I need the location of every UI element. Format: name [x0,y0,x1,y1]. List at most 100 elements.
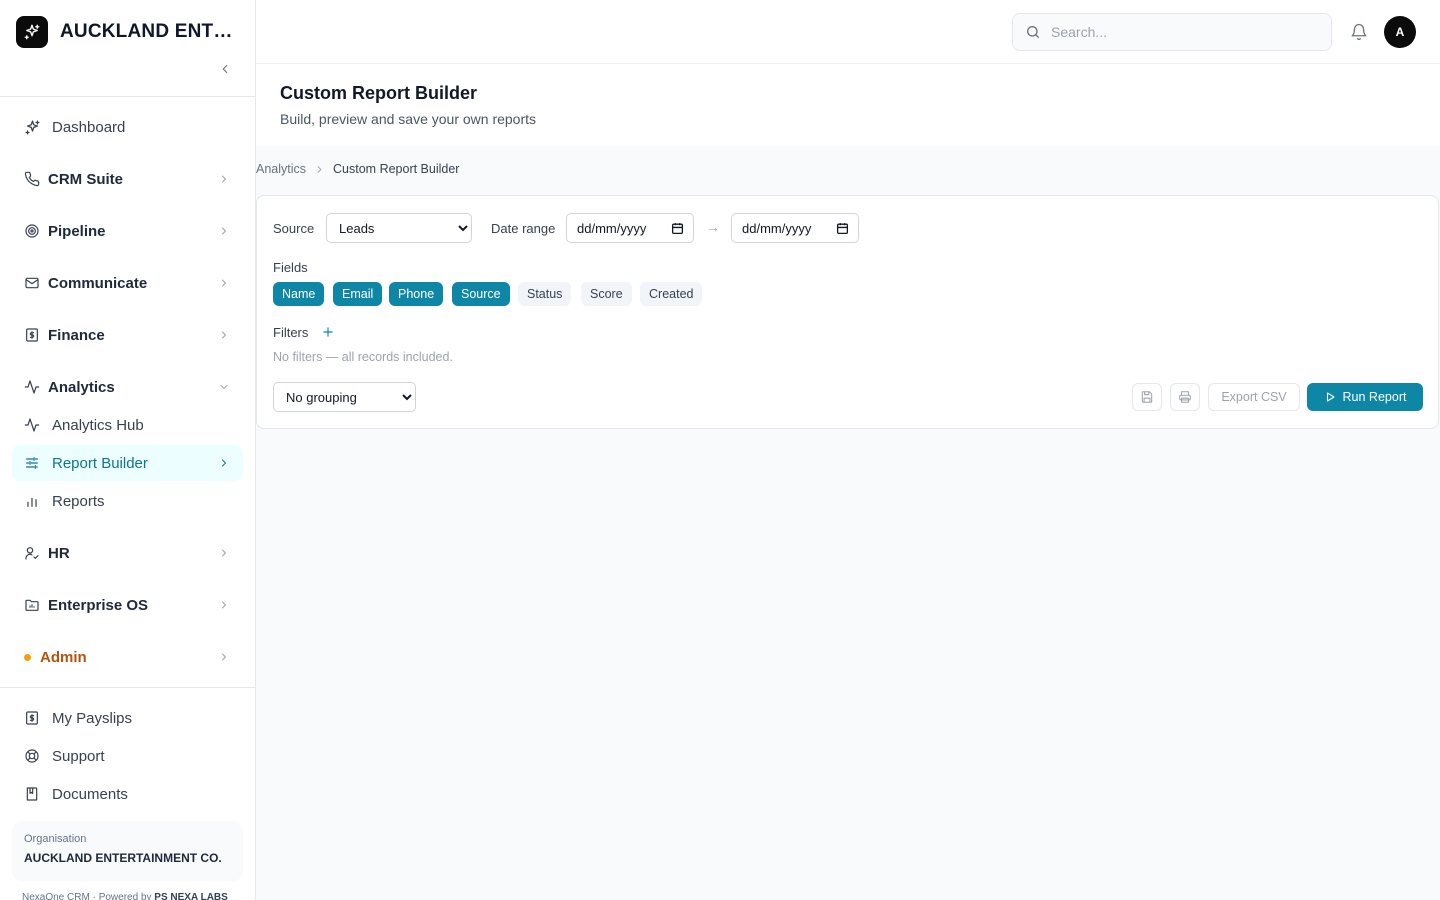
calendar-icon [836,222,849,235]
export-csv-button[interactable]: Export CSV [1208,383,1300,411]
run-report-label: Run Report [1342,390,1407,404]
date-to-input[interactable]: dd/mm/yyyy [731,213,859,243]
sparkles-icon [23,118,41,136]
footer-app-name: NexaOne CRM [22,892,90,900]
sidebar-item-label: Enterprise OS [48,596,149,614]
field-chip-email[interactable]: Email [333,282,383,306]
sidebar-item-label: Report Builder [52,454,148,472]
page-title: Custom Report Builder [280,83,478,103]
grouping-select[interactable]: No grouping [273,382,416,412]
bell-icon [1351,23,1367,41]
chevron-left-icon [222,64,228,74]
search-input[interactable] [1051,24,1311,40]
bar-chart-icon [23,492,41,510]
page-header: Custom Report Builder Build, preview and… [256,64,1440,146]
date-from-input[interactable]: dd/mm/yyyy [566,213,694,243]
search-box[interactable] [1012,13,1332,51]
receipt-dollar-icon [23,326,41,344]
admin-status-dot [24,654,31,661]
sidebar-group-pipeline[interactable]: Pipeline [12,213,243,249]
footer-note: NexaOne CRM · Powered by PS NEXA LABS [22,892,228,900]
source-label: Source [273,221,315,236]
topbar: A [256,0,1440,64]
breadcrumb-analytics[interactable]: Analytics [256,162,306,176]
phone-icon [23,170,41,188]
mail-icon [23,274,41,292]
sidebar-group-analytics[interactable]: Analytics [12,369,243,405]
sidebar-item-label: My Payslips [52,709,133,727]
field-chip-created[interactable]: Created [640,282,703,306]
chevron-right-icon [217,650,231,664]
organisation-label: Organisation [24,833,87,845]
collapse-sidebar-button[interactable] [214,58,236,80]
print-report-button[interactable] [1170,383,1200,411]
sparkles-logo-icon [16,16,48,48]
organisation-card[interactable]: Organisation AUCKLAND ENTERTAINMENT CO. [12,821,243,881]
sidebar-item-documents[interactable]: Documents [12,776,243,812]
sidebar-item-label: Support [52,747,105,765]
sidebar-item-my-payslips[interactable]: My Payslips [12,700,243,736]
sidebar-item-dashboard[interactable]: Dashboard [12,109,243,145]
notifications-button[interactable] [1348,21,1370,43]
sidebar-item-label: Communicate [48,274,148,292]
sidebar-group-admin[interactable]: Admin [12,639,243,675]
add-filter-button[interactable] [321,325,335,339]
sidebar-item-label: Pipeline [48,222,106,240]
sidebar-group-hr[interactable]: HR [12,535,243,571]
chevron-right-icon [314,164,325,175]
sidebar-item-support[interactable]: Support [12,738,243,774]
filters-label: Filters [273,325,309,340]
footer-powered: Powered by [98,892,152,900]
field-chip-score[interactable]: Score [581,282,632,306]
page-subtitle: Build, preview and save your own reports [280,111,537,127]
avatar[interactable]: A [1384,16,1416,48]
sidebar-item-analytics-hub[interactable]: Analytics Hub [12,407,243,443]
sidebar-item-label: Reports [52,492,105,510]
organisation-name: AUCKLAND ENTERTAINMENT CO. [24,851,222,865]
sidebar-group-enterprise-os[interactable]: Enterprise OS [12,587,243,623]
field-chip-name[interactable]: Name [273,282,325,306]
brand[interactable]: AUCKLAND ENTERTAINMENT CO. [16,16,240,48]
footer-company: PS NEXA LABS [154,892,228,900]
chevron-right-icon [217,172,231,186]
folder-chart-icon [23,596,41,614]
life-buoy-icon [23,747,41,765]
sidebar-item-label: CRM Suite [48,170,123,188]
receipt-dollar-icon [23,709,41,727]
sidebar-item-label: Finance [48,326,105,344]
sidebar-group-crm-suite[interactable]: CRM Suite [12,161,243,197]
sidebar-item-reports[interactable]: Reports [12,483,243,519]
target-icon [23,222,41,240]
date-range-label: Date range [491,221,556,236]
run-report-button[interactable]: Run Report [1307,383,1423,411]
activity-icon [23,416,41,434]
save-icon [1141,391,1153,403]
breadcrumb: Analytics Custom Report Builder [256,162,459,176]
sidebar-group-finance[interactable]: Finance [12,317,243,353]
sidebar-item-label: Analytics Hub [52,416,144,434]
field-chip-source[interactable]: Source [452,282,510,306]
sidebar: AUCKLAND ENTERTAINMENT CO. Dashboard CRM… [0,0,256,900]
report-builder-card: Source Leads Date range dd/mm/yyyy → dd/… [256,195,1439,429]
sidebar-item-report-builder[interactable]: Report Builder [12,445,243,481]
save-report-button[interactable] [1132,383,1162,411]
chevron-right-icon [217,456,231,470]
chevron-right-icon [217,598,231,612]
play-icon [1326,392,1335,402]
sidebar-group-communicate[interactable]: Communicate [12,265,243,301]
date-range-arrow: → [706,219,720,235]
field-chip-phone[interactable]: Phone [389,282,444,306]
source-select[interactable]: Leads [326,213,472,243]
sliders-icon [23,454,41,472]
chevron-right-icon [217,224,231,238]
user-check-icon [23,544,41,562]
chevron-right-icon [217,276,231,290]
chevron-down-icon [217,380,231,394]
activity-icon [23,378,41,396]
date-to-placeholder: dd/mm/yyyy [742,220,812,236]
field-chip-status[interactable]: Status [518,282,572,306]
breadcrumb-current: Custom Report Builder [333,162,460,176]
sidebar-item-label: HR [48,544,70,562]
printer-icon [1179,391,1191,403]
search-icon [1025,24,1041,40]
